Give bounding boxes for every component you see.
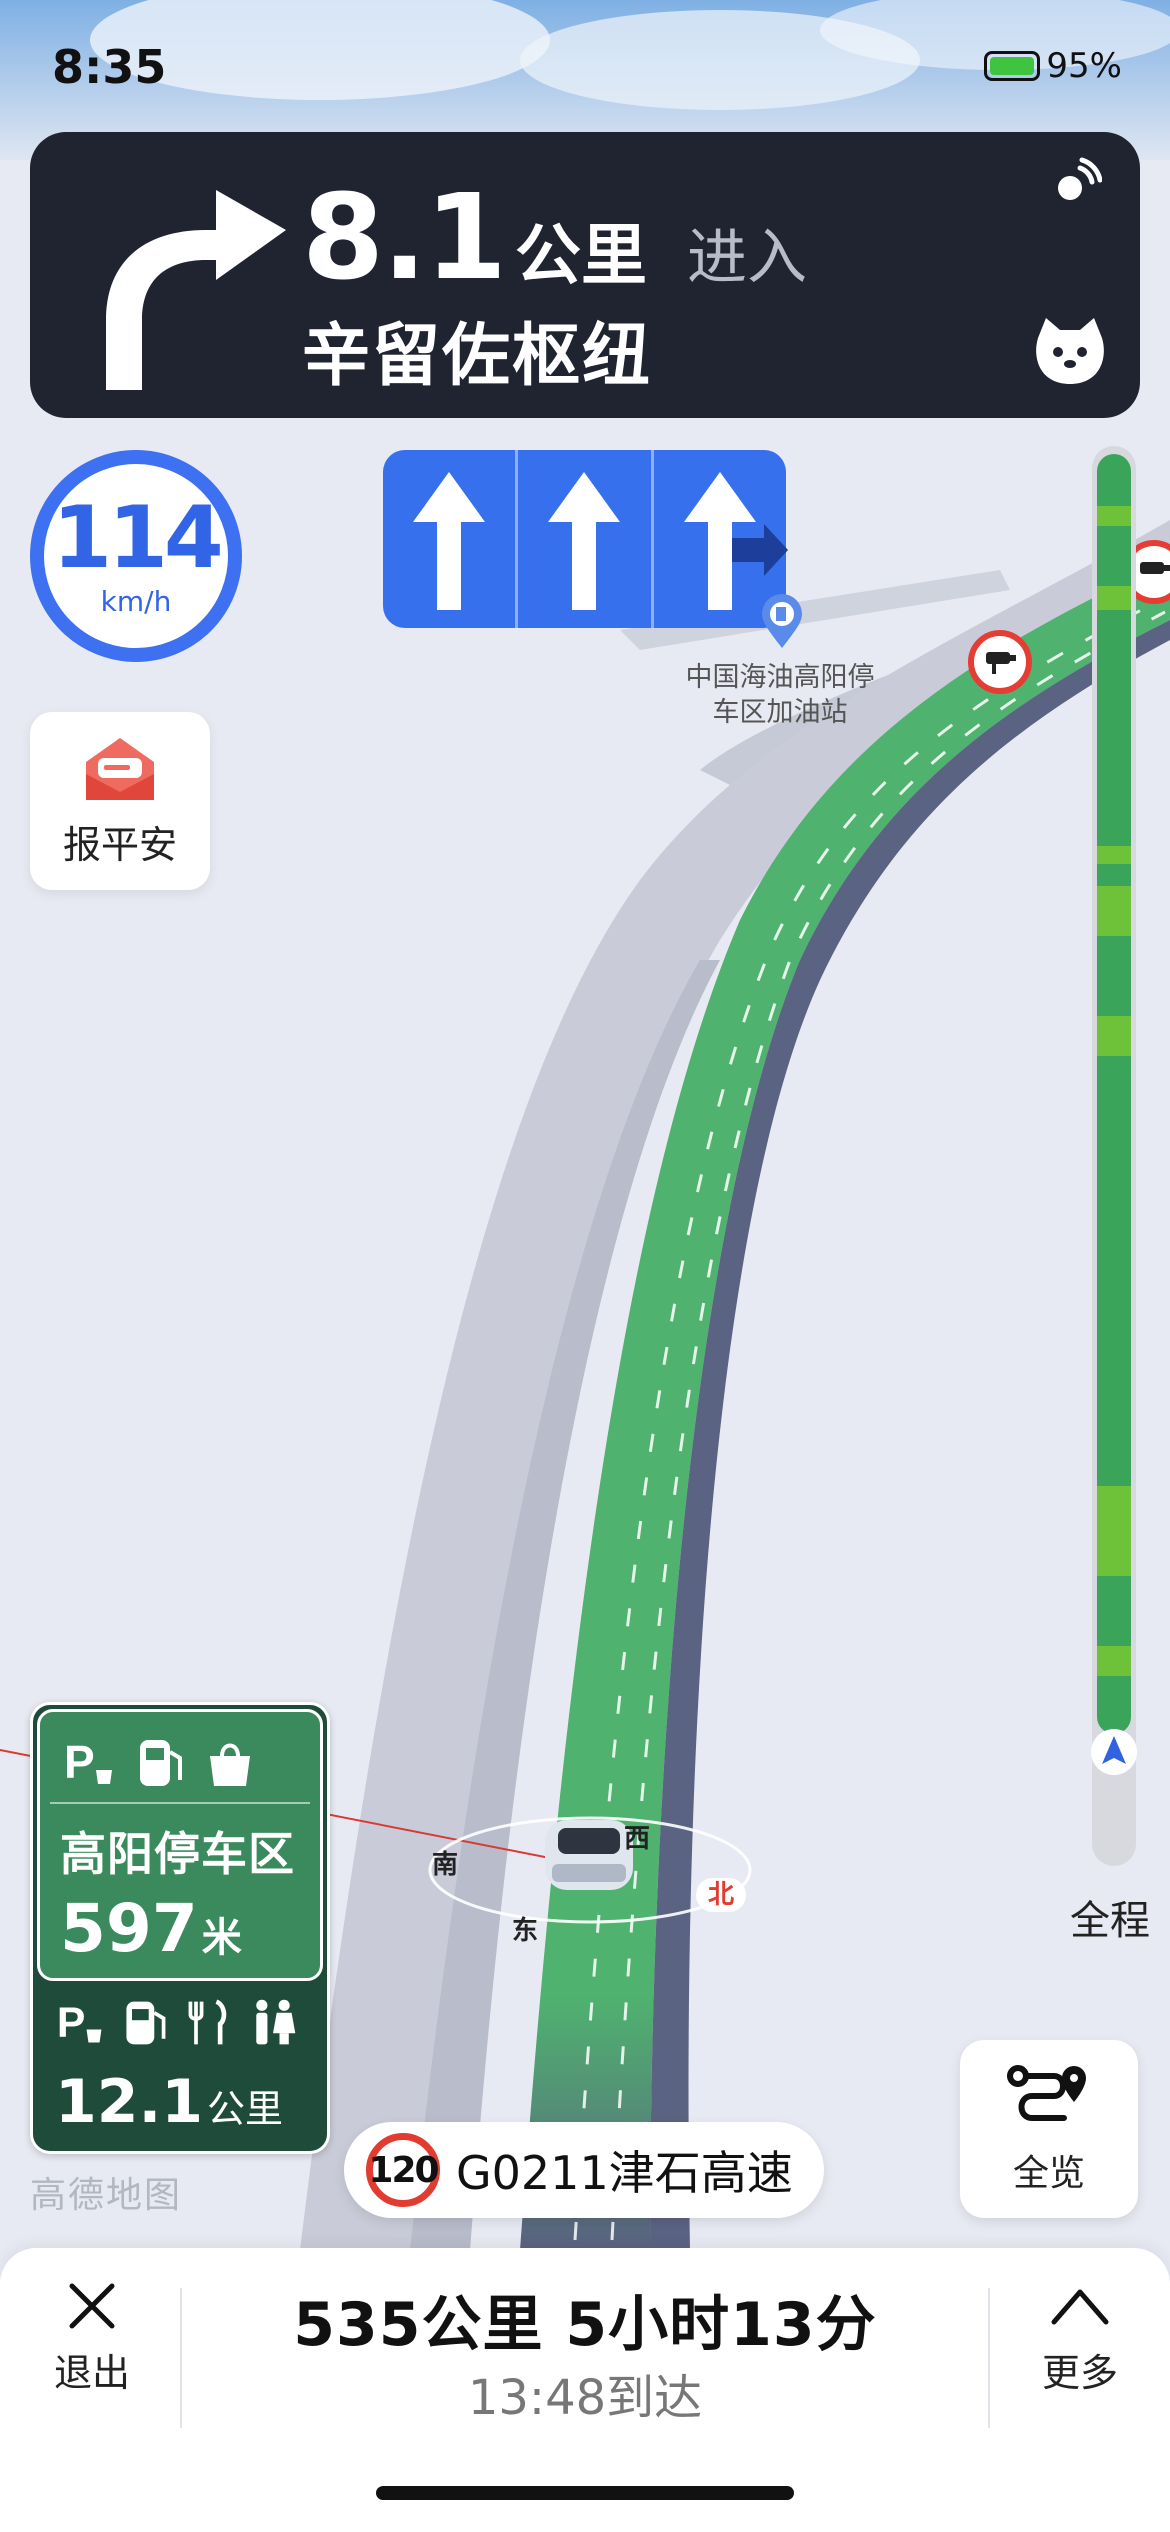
current-road-name: G0211津石高速	[456, 2146, 793, 2200]
traffic-camera-icon	[968, 630, 1032, 694]
route-overview-icon	[1007, 2065, 1086, 2121]
lane-1	[383, 450, 515, 628]
lane-guidance	[383, 450, 788, 628]
speed-unit: km/h	[100, 584, 172, 618]
straight-arrow-icon	[413, 472, 486, 610]
gas-pump-icon	[140, 1740, 182, 1786]
gas-station-pin-icon[interactable]	[760, 594, 804, 650]
progress-full-route-label[interactable]: 全程	[1070, 1888, 1150, 1946]
next-road-name: 辛留佐枢纽	[302, 317, 653, 396]
battery-icon	[984, 51, 1041, 81]
compass-west-label: 西	[624, 1824, 651, 1854]
more-label: 更多	[1041, 2351, 1118, 2395]
compass-south-label: 南	[432, 1850, 459, 1880]
restaurant-icon	[188, 1999, 227, 2045]
map-watermark: 高德地图	[30, 2175, 183, 2216]
status-time: 8:35	[52, 40, 167, 94]
straight-arrow-icon	[548, 472, 621, 610]
restroom-icon	[256, 1999, 296, 2045]
exit-label: 退出	[53, 2351, 130, 2395]
report-safe-label: 报平安	[62, 822, 177, 867]
navigation-instruction-card[interactable]: 8.1 公里 进入 辛留佐枢纽	[30, 132, 1140, 418]
bear-right-arrow-icon	[106, 190, 286, 390]
lane-2	[515, 450, 650, 628]
distance-value: 8.1	[302, 168, 507, 306]
compass-east-label: 东	[512, 1916, 539, 1946]
following-distance-value: 12.1	[55, 2067, 204, 2137]
speed-limit-sign: 120	[366, 2133, 440, 2207]
vehicle-icon	[545, 1820, 633, 1890]
route-overview-button[interactable]: 全览	[960, 2040, 1138, 2218]
envelope-icon	[86, 737, 154, 800]
following-distance-unit: 公里	[207, 2087, 284, 2131]
maneuver-action: 进入	[687, 223, 808, 293]
gas-pump-icon	[126, 2001, 166, 2045]
signal-icon[interactable]	[1050, 156, 1102, 208]
route-progress-bar[interactable]	[1092, 446, 1136, 1866]
speed-value: 114	[52, 487, 224, 588]
report-safe-button[interactable]: 报平安	[30, 712, 210, 890]
compass-north-label: 北	[696, 1878, 746, 1912]
service-area-distance-unit: 米	[201, 1915, 242, 1961]
service-area-name: 高阳停车区	[60, 1827, 295, 1881]
chevron-up-icon	[1051, 2289, 1109, 2325]
voice-assistant-avatar-icon[interactable]	[1028, 308, 1112, 392]
current-speed-indicator: 114 km/h	[30, 450, 242, 662]
battery-percent: 95%	[1046, 46, 1122, 86]
service-area-sign[interactable]: P 高阳停车区 597 米 P 12.1 公里	[30, 1702, 330, 2154]
more-options-button[interactable]: 更多	[1030, 2278, 1130, 2397]
home-indicator[interactable]	[376, 2486, 794, 2500]
status-battery: 95%	[984, 46, 1122, 86]
poi-label[interactable]: 中国海油高阳停车区加油站	[680, 660, 880, 730]
service-area-distance-value: 597	[60, 1890, 198, 1967]
parking-cafe-icon: P	[64, 1736, 112, 1788]
shop-icon	[210, 1743, 250, 1786]
divider	[988, 2288, 990, 2428]
straight-right-arrow-icon	[683, 472, 788, 610]
current-road-pill: 120 G0211津石高速	[344, 2122, 824, 2218]
close-icon	[69, 2283, 115, 2329]
trip-arrival-time: 13:48到达	[467, 2370, 703, 2426]
next-service-area: P 高阳停车区 597 米	[37, 1709, 323, 1981]
route-overview-label: 全览	[1012, 2153, 1085, 2194]
trip-remaining-summary[interactable]: 535公里 5小时13分	[180, 2276, 990, 2363]
svg-text:P: P	[64, 1736, 95, 1788]
following-service-area-facilities: P	[55, 1995, 299, 2051]
parking-cafe-icon: P	[57, 1999, 102, 2047]
service-area-distance: 597 米	[40, 1884, 320, 1967]
next-maneuver-distance: 8.1 公里 进入	[302, 168, 807, 306]
following-service-area-distance: 12.1 公里	[55, 2067, 283, 2137]
svg-text:P: P	[57, 1999, 85, 2047]
distance-unit: 公里	[515, 217, 648, 294]
current-position-arrow-icon	[1091, 1729, 1137, 1775]
exit-navigation-button[interactable]: 退出	[42, 2278, 142, 2397]
